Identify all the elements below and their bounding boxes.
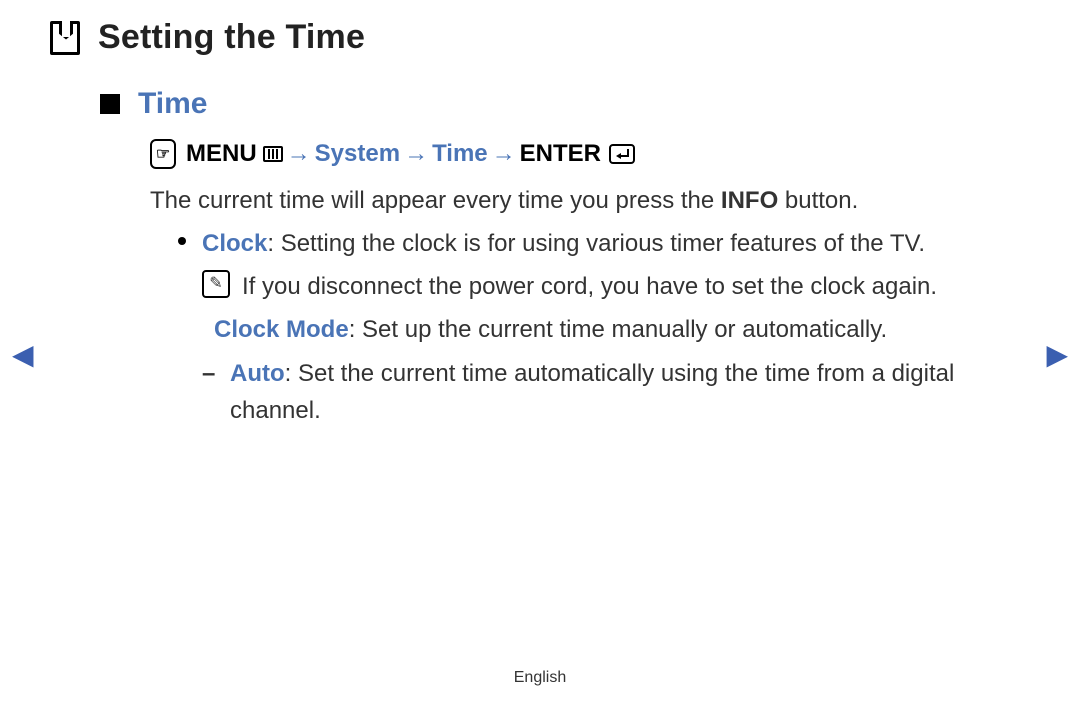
auto-term: Auto (230, 360, 285, 387)
intro-post: button. (778, 187, 858, 214)
enter-icon (609, 144, 635, 164)
hand-icon: ☞ (150, 139, 176, 169)
section-title-row: Time (100, 87, 1030, 121)
clock-mode-desc: : Set up the current time manually or au… (349, 316, 887, 343)
intro-pre: The current time will appear every time … (150, 187, 721, 214)
path-arrow: → (492, 140, 516, 168)
intro-bold: INFO (721, 187, 778, 214)
note-icon: ✎ (202, 270, 230, 298)
page-title: Setting the Time (98, 18, 365, 57)
square-bullet-icon (100, 94, 120, 114)
section-title: Time (138, 87, 207, 121)
clock-mode-text: Clock Mode: Set up the current time manu… (214, 311, 887, 348)
path-menu: MENU (186, 140, 257, 168)
clock-term: Clock (202, 230, 267, 257)
sub-list: – Auto: Set the current time automatical… (202, 355, 970, 429)
bullet-list: Clock: Setting the clock is for using va… (178, 225, 970, 262)
next-page-arrow[interactable]: ▶ (1046, 338, 1068, 371)
note-row: ✎ If you disconnect the power cord, you … (202, 268, 970, 305)
intro-text: The current time will appear every time … (150, 183, 980, 219)
footer-language: English (0, 669, 1080, 687)
prev-page-arrow[interactable]: ◀ (12, 338, 34, 371)
clock-mode-term: Clock Mode (214, 316, 349, 343)
bookmark-icon (50, 21, 80, 55)
clock-text: : Setting the clock is for using various… (267, 230, 925, 257)
menu-mini-icon (263, 146, 283, 162)
manual-page: Setting the Time Time ☞ MENU → System → … (0, 0, 1080, 705)
path-time: Time (432, 140, 488, 168)
sub-list-item: – Auto: Set the current time automatical… (202, 355, 970, 429)
list-item: Clock: Setting the clock is for using va… (178, 225, 970, 262)
dash-bullet: – (202, 355, 216, 429)
bullet-icon (178, 225, 190, 262)
path-system: System (315, 140, 400, 168)
path-arrow: → (404, 140, 428, 168)
note-text: If you disconnect the power cord, you ha… (242, 268, 937, 305)
path-enter: ENTER (520, 140, 601, 168)
menu-path: ☞ MENU → System → Time → ENTER (150, 139, 1030, 169)
list-item-text: Clock: Setting the clock is for using va… (202, 225, 925, 262)
sub-item-text: Auto: Set the current time automatically… (230, 355, 970, 429)
auto-text: : Set the current time automatically usi… (230, 360, 954, 424)
path-arrow: → (287, 140, 311, 168)
page-title-row: Setting the Time (50, 18, 1030, 57)
clock-mode-row: Clock Mode: Set up the current time manu… (202, 311, 970, 348)
